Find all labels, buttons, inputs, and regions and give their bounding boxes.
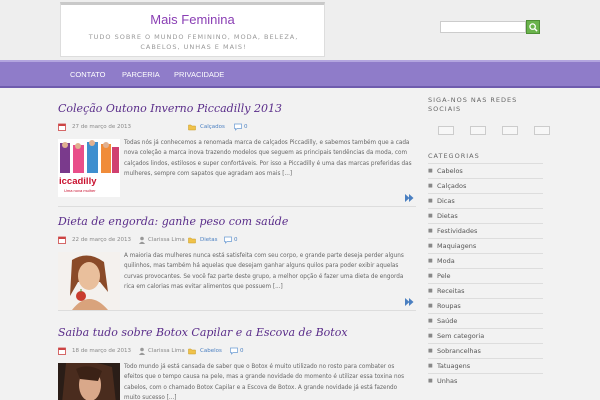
folder-icon bbox=[188, 124, 196, 131]
category-item[interactable]: ■ Festividades bbox=[428, 223, 543, 237]
post-divider bbox=[58, 206, 416, 207]
category-label[interactable]: Saúde bbox=[437, 317, 457, 325]
search-button[interactable] bbox=[526, 20, 540, 34]
calendar-icon bbox=[58, 347, 66, 355]
category-item[interactable]: ■ Maquiagens bbox=[428, 238, 543, 252]
thumb-brand-subtext: Uma nova mulher bbox=[64, 188, 96, 193]
category-label[interactable]: Dicas bbox=[437, 197, 455, 205]
post-excerpt: Todo mundo já está cansada de saber que … bbox=[124, 364, 405, 400]
category-item[interactable]: ■ Unhas bbox=[428, 373, 543, 387]
main-nav: CONTATO PARCERIA PRIVACIDADE bbox=[0, 60, 600, 88]
logo-box[interactable]: Mais Feminina TUDO SOBRE O MUNDO FEMININ… bbox=[60, 2, 325, 57]
post-comments[interactable]: 0 bbox=[244, 124, 248, 130]
category-label[interactable]: Pele bbox=[437, 272, 451, 280]
post-divider bbox=[58, 310, 416, 311]
post-list: Coleção Outono Inverno Piccadilly 2013 2… bbox=[58, 96, 416, 400]
comment-icon bbox=[224, 236, 232, 244]
post-date: 18 de março de 2013 bbox=[72, 348, 131, 354]
post-thumbnail[interactable]: iccadilly Uma nova mulher bbox=[58, 139, 120, 197]
category-item[interactable]: ■ Dicas bbox=[428, 193, 543, 207]
thumb-brand-text: iccadilly bbox=[59, 176, 97, 187]
post-thumbnail[interactable] bbox=[58, 252, 120, 310]
post-category[interactable]: Cabelos bbox=[200, 348, 222, 354]
category-label[interactable]: Maquiagens bbox=[437, 242, 476, 250]
category-label[interactable]: Festividades bbox=[437, 227, 477, 235]
post-comments[interactable]: 0 bbox=[240, 348, 244, 354]
category-label[interactable]: Moda bbox=[437, 257, 455, 265]
post-author[interactable]: Clarissa Lima bbox=[148, 348, 185, 354]
user-icon bbox=[139, 347, 145, 355]
post-category[interactable]: Dietas bbox=[200, 237, 218, 243]
post-excerpt: A maioria das mulheres nunca está satisf… bbox=[124, 253, 404, 291]
post-author[interactable]: Clarissa Lima bbox=[148, 237, 185, 243]
category-item[interactable]: ■ Saúde bbox=[428, 313, 543, 327]
nav-item-parceria[interactable]: PARCERIA bbox=[122, 70, 160, 79]
categories-widget-title: CATEGORIAS bbox=[428, 152, 480, 160]
folder-icon bbox=[188, 348, 196, 355]
category-label[interactable]: Tatuagens bbox=[437, 362, 470, 370]
category-item[interactable]: ■ Cabelos bbox=[428, 163, 543, 177]
category-label[interactable]: Cabelos bbox=[437, 167, 463, 175]
calendar-icon bbox=[58, 236, 66, 244]
category-item[interactable]: ■ Pele bbox=[428, 268, 543, 282]
post-title[interactable]: Saiba tudo sobre Botox Capilar e a Escov… bbox=[58, 326, 348, 339]
post-date: 22 de março de 2013 bbox=[72, 237, 131, 243]
category-label[interactable]: Sobrancelhas bbox=[437, 347, 481, 355]
post-category[interactable]: Calçados bbox=[200, 124, 225, 130]
read-more-icon[interactable] bbox=[405, 298, 414, 306]
post-title[interactable]: Dieta de engorda: ganhe peso com saúde bbox=[58, 215, 288, 228]
category-item[interactable]: ■ Moda bbox=[428, 253, 543, 267]
category-label[interactable]: Calçados bbox=[437, 182, 466, 190]
post-comments[interactable]: 0 bbox=[234, 237, 238, 243]
category-label[interactable]: Dietas bbox=[437, 212, 458, 220]
nav-item-contato[interactable]: CONTATO bbox=[70, 70, 105, 79]
comment-icon bbox=[230, 347, 238, 355]
category-item[interactable]: ■ Sem categoria bbox=[428, 328, 543, 342]
category-item[interactable]: ■ Roupas bbox=[428, 298, 543, 312]
category-item[interactable]: ■ Receitas bbox=[428, 283, 543, 297]
folder-icon bbox=[188, 237, 196, 244]
social-widget-title: SIGA-NOS NAS REDES SOCIAIS bbox=[428, 96, 518, 113]
social-link-box[interactable] bbox=[534, 126, 550, 135]
user-icon bbox=[139, 236, 145, 244]
category-item[interactable]: ■ Tatuagens bbox=[428, 358, 543, 372]
category-label[interactable]: Unhas bbox=[437, 377, 457, 385]
category-item[interactable]: ■ Sobrancelhas bbox=[428, 343, 543, 357]
search-input[interactable] bbox=[440, 21, 526, 33]
category-item[interactable]: ■ Dietas bbox=[428, 208, 543, 222]
post-excerpt: Todas nós já conhecemos a renomada marca… bbox=[124, 140, 412, 178]
category-label[interactable]: Sem categoria bbox=[437, 332, 484, 340]
social-link-box[interactable] bbox=[438, 126, 454, 135]
comment-icon bbox=[234, 123, 242, 131]
category-item[interactable]: ■ Calçados bbox=[428, 178, 543, 192]
site-title[interactable]: Mais Feminina bbox=[61, 12, 324, 27]
social-link-box[interactable] bbox=[470, 126, 486, 135]
sidebar: SIGA-NOS NAS REDES SOCIAIS CATEGORIAS ■ C… bbox=[428, 96, 550, 385]
post-thumbnail[interactable] bbox=[58, 363, 120, 400]
post-title[interactable]: Coleção Outono Inverno Piccadilly 2013 bbox=[58, 102, 282, 115]
nav-item-privacidade[interactable]: PRIVACIDADE bbox=[174, 70, 224, 79]
category-label[interactable]: Receitas bbox=[437, 287, 465, 295]
post-date: 27 de março de 2013 bbox=[72, 124, 131, 130]
calendar-icon bbox=[58, 123, 66, 131]
site-tagline: TUDO SOBRE O MUNDO FEMININO, MODA, BELEZ… bbox=[88, 33, 299, 51]
social-link-box[interactable] bbox=[502, 126, 518, 135]
search-icon bbox=[529, 23, 538, 32]
category-label[interactable]: Roupas bbox=[437, 302, 461, 310]
read-more-icon[interactable] bbox=[405, 194, 414, 202]
